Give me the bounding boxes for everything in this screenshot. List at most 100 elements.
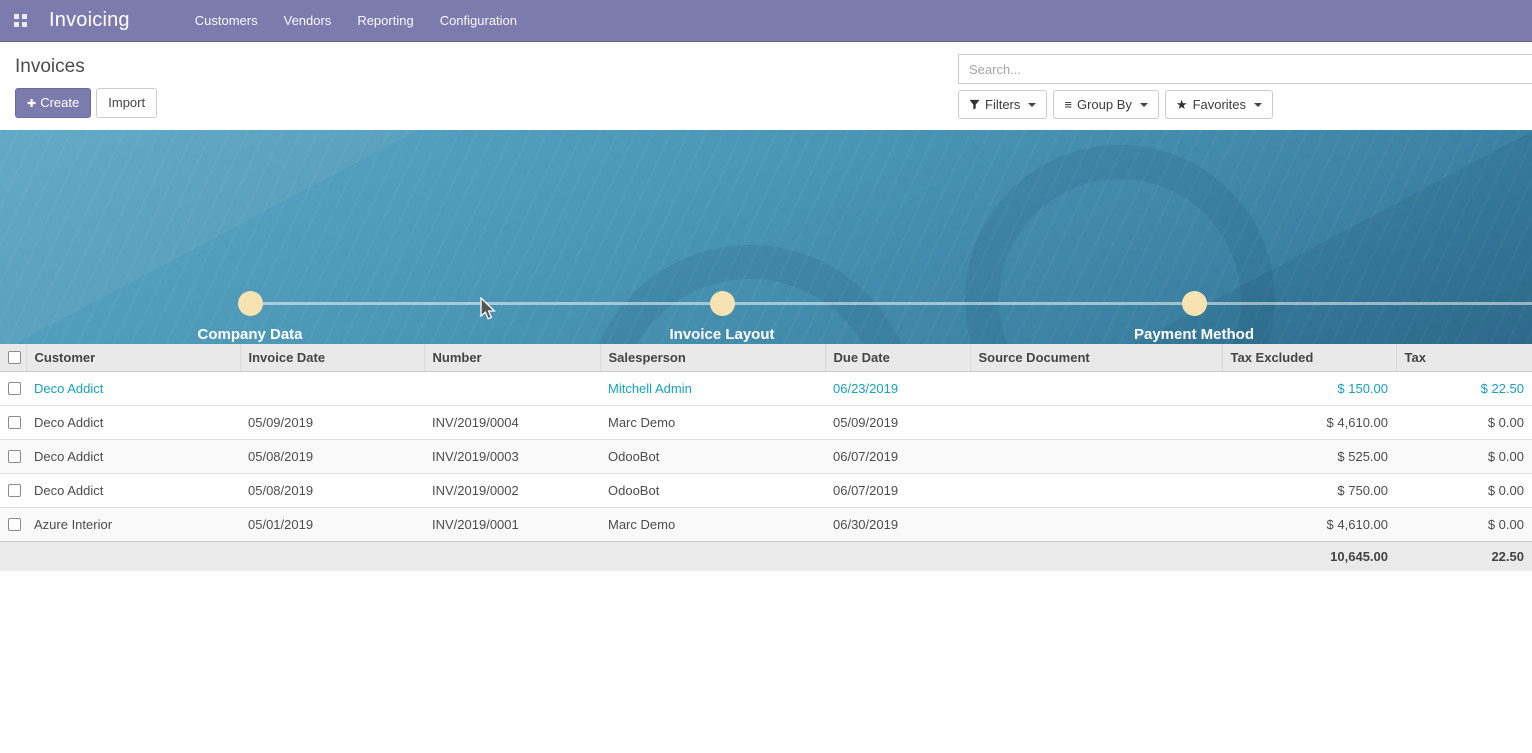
chevron-down-icon xyxy=(1140,103,1148,107)
column-header-tax[interactable]: Tax xyxy=(1396,344,1532,372)
tax-total: 22.50 xyxy=(1396,542,1532,572)
plus-icon: ✚ xyxy=(27,98,36,110)
cell-invoice-date[interactable]: 05/09/2019 xyxy=(240,406,424,440)
menu-item-customers[interactable]: Customers xyxy=(182,0,271,41)
select-all-checkbox[interactable] xyxy=(8,351,21,364)
search-input[interactable] xyxy=(958,54,1532,84)
star-icon: ★ xyxy=(1176,98,1188,111)
step-title: Invoice Layout xyxy=(607,326,837,343)
favorites-button-label: Favorites xyxy=(1193,97,1246,112)
cell-customer[interactable]: Deco Addict xyxy=(26,406,240,440)
cell-customer[interactable]: Deco Addict xyxy=(26,372,240,406)
row-select-cell[interactable] xyxy=(0,474,26,508)
cell-source-document[interactable] xyxy=(970,372,1222,406)
cell-salesperson[interactable]: Marc Demo xyxy=(600,508,825,542)
table-header-row: CustomerInvoice DateNumberSalespersonDue… xyxy=(0,344,1532,372)
row-checkbox[interactable] xyxy=(8,382,21,395)
create-button[interactable]: ✚ Create xyxy=(15,88,91,118)
cell-tax[interactable]: $ 0.00 xyxy=(1396,508,1532,542)
row-select-cell[interactable] xyxy=(0,406,26,440)
invoice-row[interactable]: Deco Addict05/09/2019INV/2019/0004Marc D… xyxy=(0,406,1532,440)
menu-item-vendors[interactable]: Vendors xyxy=(271,0,345,41)
group-by-button[interactable]: ≡ Group By xyxy=(1053,90,1159,119)
cell-tax-excluded[interactable]: $ 4,610.00 xyxy=(1222,406,1396,440)
cell-due-date[interactable]: 06/07/2019 xyxy=(825,440,970,474)
cell-source-document[interactable] xyxy=(970,474,1222,508)
top-navbar: Invoicing Customers Vendors Reporting Co… xyxy=(0,0,1532,42)
cell-invoice-date[interactable] xyxy=(240,372,424,406)
menu-item-reporting[interactable]: Reporting xyxy=(344,0,426,41)
row-checkbox[interactable] xyxy=(8,484,21,497)
invoice-row[interactable]: Azure Interior05/01/2019INV/2019/0001Mar… xyxy=(0,508,1532,542)
menu-item-configuration[interactable]: Configuration xyxy=(427,0,530,41)
cell-salesperson[interactable]: Marc Demo xyxy=(600,406,825,440)
cell-customer[interactable]: Azure Interior xyxy=(26,508,240,542)
cell-invoice-date[interactable]: 05/08/2019 xyxy=(240,440,424,474)
chevron-down-icon xyxy=(1254,103,1262,107)
cell-source-document[interactable] xyxy=(970,406,1222,440)
app-name[interactable]: Invoicing xyxy=(49,9,130,32)
cell-invoice-date[interactable]: 05/08/2019 xyxy=(240,474,424,508)
column-header-source-document[interactable]: Source Document xyxy=(970,344,1222,372)
step-dot xyxy=(1182,291,1207,316)
invoice-row[interactable]: Deco Addict05/08/2019INV/2019/0003OdooBo… xyxy=(0,440,1532,474)
invoice-row[interactable]: Deco Addict Mitchell Admin06/23/2019 $ 150… xyxy=(0,372,1532,406)
row-select-cell[interactable] xyxy=(0,508,26,542)
navbar-menu: Customers Vendors Reporting Configuratio… xyxy=(182,0,530,41)
filters-button[interactable]: Filters xyxy=(958,90,1047,119)
cell-tax-excluded[interactable]: $ 4,610.00 xyxy=(1222,508,1396,542)
column-header-number[interactable]: Number xyxy=(424,344,600,372)
row-select-cell[interactable] xyxy=(0,440,26,474)
column-header-invoice-date[interactable]: Invoice Date xyxy=(240,344,424,372)
step-title: Company Data xyxy=(135,326,365,343)
cell-due-date[interactable]: 05/09/2019 xyxy=(825,406,970,440)
invoice-row[interactable]: Deco Addict05/08/2019INV/2019/0002OdooBo… xyxy=(0,474,1532,508)
column-header-due-date[interactable]: Due Date xyxy=(825,344,970,372)
column-header-salesperson[interactable]: Salesperson xyxy=(600,344,825,372)
cell-tax[interactable]: $ 0.00 xyxy=(1396,474,1532,508)
onboarding-progress-line xyxy=(250,302,1532,305)
table-body: Deco Addict Mitchell Admin06/23/2019 $ 150… xyxy=(0,372,1532,542)
favorites-button[interactable]: ★ Favorites xyxy=(1165,90,1273,119)
cell-customer[interactable]: Deco Addict xyxy=(26,474,240,508)
cell-number[interactable]: INV/2019/0002 xyxy=(424,474,600,508)
filters-button-label: Filters xyxy=(985,97,1020,112)
cell-invoice-date[interactable]: 05/01/2019 xyxy=(240,508,424,542)
cell-number[interactable]: INV/2019/0003 xyxy=(424,440,600,474)
cell-customer[interactable]: Deco Addict xyxy=(26,440,240,474)
cell-source-document[interactable] xyxy=(970,440,1222,474)
cell-salesperson[interactable]: OdooBot xyxy=(600,440,825,474)
cell-salesperson[interactable]: OdooBot xyxy=(600,474,825,508)
group-by-button-label: Group By xyxy=(1077,97,1132,112)
control-panel: Invoices ✚Create Import Filters ≡ Group … xyxy=(0,42,1532,130)
cell-tax-excluded[interactable]: $ 525.00 xyxy=(1222,440,1396,474)
apps-menu-icon[interactable] xyxy=(14,14,27,27)
cell-due-date[interactable]: 06/23/2019 xyxy=(825,372,970,406)
cell-source-document[interactable] xyxy=(970,508,1222,542)
import-button[interactable]: Import xyxy=(96,88,157,118)
invoice-list-table: CustomerInvoice DateNumberSalespersonDue… xyxy=(0,344,1532,571)
onboarding-step-company-data: Company Data Set your company's data for… xyxy=(135,326,365,344)
cell-tax[interactable]: $ 0.00 xyxy=(1396,440,1532,474)
select-all-header[interactable] xyxy=(0,344,26,372)
row-checkbox[interactable] xyxy=(8,450,21,463)
chevron-down-icon xyxy=(1028,103,1036,107)
step-title: Payment Method xyxy=(1079,326,1309,343)
row-select-cell[interactable] xyxy=(0,372,26,406)
column-header-customer[interactable]: Customer xyxy=(26,344,240,372)
cell-number[interactable] xyxy=(424,372,600,406)
create-button-label: Create xyxy=(40,95,79,110)
cell-tax[interactable]: $ 0.00 xyxy=(1396,406,1532,440)
filter-icon xyxy=(969,99,980,110)
cell-number[interactable]: INV/2019/0004 xyxy=(424,406,600,440)
cell-salesperson[interactable]: Mitchell Admin xyxy=(600,372,825,406)
cell-tax[interactable]: $ 22.50 xyxy=(1396,372,1532,406)
cell-tax-excluded[interactable]: $ 750.00 xyxy=(1222,474,1396,508)
cell-tax-excluded[interactable]: $ 150.00 xyxy=(1222,372,1396,406)
cell-due-date[interactable]: 06/07/2019 xyxy=(825,474,970,508)
column-header-tax-excluded[interactable]: Tax Excluded xyxy=(1222,344,1396,372)
cell-number[interactable]: INV/2019/0001 xyxy=(424,508,600,542)
row-checkbox[interactable] xyxy=(8,416,21,429)
cell-due-date[interactable]: 06/30/2019 xyxy=(825,508,970,542)
row-checkbox[interactable] xyxy=(8,518,21,531)
